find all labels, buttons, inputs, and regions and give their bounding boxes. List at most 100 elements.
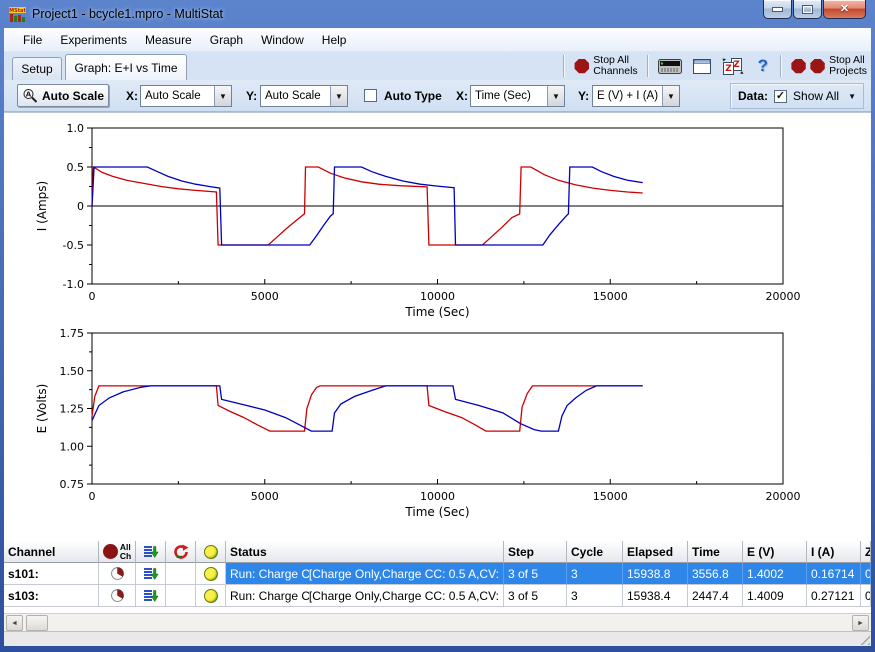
graph-toolbar: A Auto Scale X: Auto Scale ▼ Y: Auto Sca… <box>4 80 871 112</box>
chevron-down-icon[interactable]: ▼ <box>214 86 231 106</box>
magnifier-icon: A <box>22 88 38 104</box>
z-cell[interactable]: 0, <box>861 585 871 607</box>
menu-file[interactable]: File <box>14 30 51 50</box>
x-axis-select[interactable]: Time (Sec) ▼ <box>470 85 565 107</box>
channel-cell[interactable]: s101: <box>4 563 99 585</box>
col-time[interactable]: Time <box>688 541 743 563</box>
scroll-right-button[interactable]: ► <box>852 615 869 631</box>
col-all-channels[interactable]: AllCh <box>99 541 136 563</box>
elapsed-cell[interactable]: 15938.8 <box>623 563 688 585</box>
y-scale-label: Y: <box>246 89 257 103</box>
e-cell[interactable]: 1.4009 <box>743 585 807 607</box>
y-tick-label: 1.0 <box>67 122 85 135</box>
col-steps[interactable] <box>136 541 166 563</box>
steps-cell[interactable] <box>136 585 166 607</box>
steps-cell[interactable] <box>136 563 166 585</box>
y-axis-title: I (Amps) <box>35 181 49 231</box>
table-row[interactable]: s103: Run: Charge Cycle <box>4 585 871 607</box>
stop-all-projects-button[interactable]: Stop AllProjects <box>789 54 869 79</box>
close-button[interactable]: ✕ <box>823 0 866 19</box>
x-scale-select[interactable]: Auto Scale ▼ <box>140 85 232 107</box>
switch-impedance-view-button[interactable]: Z Z <box>720 57 746 76</box>
y-axis-select[interactable]: E (V) + I (A) ▼ <box>592 85 680 107</box>
data-show-group: Data: ✓ Show All ▼ <box>730 83 864 109</box>
data-label: Data: <box>738 89 768 103</box>
menu-graph[interactable]: Graph <box>201 30 252 50</box>
col-status-light[interactable] <box>196 541 226 563</box>
i-cell[interactable]: 0.16714 <box>807 563 861 585</box>
chevron-down-icon[interactable]: ▼ <box>547 86 564 106</box>
col-z[interactable]: Z <box>861 541 871 563</box>
status-cell[interactable]: Run: Charge Cycle [Charge Only,Charge CC… <box>226 585 504 607</box>
graph-panel: 1.00.50-0.5-1.005000100001500020000Time … <box>4 112 871 541</box>
cycle-cell[interactable]: 3 <box>567 585 623 607</box>
status-light-cell[interactable] <box>196 563 226 585</box>
status-ball-icon <box>204 567 218 581</box>
tab-strip: Setup Graph: E+I vs Time Stop AllChannel… <box>4 52 871 80</box>
pie-cell[interactable] <box>99 585 136 607</box>
col-e[interactable]: E (V) <box>743 541 807 563</box>
time-cell[interactable]: 2447.4 <box>688 585 743 607</box>
scrollbar-thumb[interactable] <box>26 615 48 631</box>
menu-help[interactable]: Help <box>313 30 356 50</box>
step-cell[interactable]: 3 of 5 <box>504 563 567 585</box>
channel-cell[interactable]: s103: <box>4 585 99 607</box>
time-cell[interactable]: 3556.8 <box>688 563 743 585</box>
instrument-panel-button[interactable] <box>656 58 684 75</box>
loop-cell[interactable] <box>166 585 196 607</box>
svg-text:Z: Z <box>725 64 732 74</box>
z-cell[interactable]: 0, <box>861 563 871 585</box>
tab-setup[interactable]: Setup <box>12 57 62 80</box>
menu-bar: File Experiments Measure Graph Window He… <box>4 28 871 52</box>
i-cell[interactable]: 0.27121 <box>807 585 861 607</box>
chevron-down-icon[interactable]: ▼ <box>662 86 679 106</box>
col-status[interactable]: Status <box>226 541 504 563</box>
step-cell[interactable]: 3 of 5 <box>504 585 567 607</box>
step-list-icon <box>143 588 159 604</box>
status-light-cell[interactable] <box>196 585 226 607</box>
strip-toolbar: Stop AllChannels <box>563 52 869 80</box>
col-i[interactable]: I (A) <box>807 541 861 563</box>
title-bar[interactable]: MStat Project1 - bcycle1.mpro - MultiSta… <box>0 0 875 28</box>
help-button[interactable]: ? <box>753 55 773 77</box>
col-loop[interactable] <box>166 541 196 563</box>
auto-scale-button[interactable]: A Auto Scale <box>17 84 109 107</box>
menu-experiments[interactable]: Experiments <box>51 30 136 50</box>
tab-graph[interactable]: Graph: E+I vs Time <box>65 54 187 80</box>
y-scale-select[interactable]: Auto Scale ▼ <box>260 85 348 107</box>
horizontal-scrollbar[interactable]: ◄ ► <box>4 613 871 631</box>
new-window-button[interactable] <box>691 58 713 75</box>
step-list-icon <box>143 544 159 560</box>
table-row[interactable]: s101: Run: Charge Cycle <box>4 563 871 585</box>
pie-cell[interactable] <box>99 563 136 585</box>
status-cell[interactable]: Run: Charge Cycle [Charge Only,Charge CC… <box>226 563 504 585</box>
y-axis-label: Y: <box>578 89 589 103</box>
y-tick-label: 1.00 <box>60 440 85 453</box>
stop-icon <box>791 59 806 74</box>
col-step[interactable]: Step <box>504 541 567 563</box>
auto-type-checkbox[interactable]: ✓ <box>364 89 377 102</box>
resize-grip[interactable] <box>857 632 870 645</box>
window-controls: ✕ <box>763 0 866 19</box>
minimize-button[interactable] <box>763 0 792 19</box>
show-all-checkbox[interactable]: ✓ <box>774 90 787 103</box>
elapsed-cell[interactable]: 15938.4 <box>623 585 688 607</box>
col-elapsed[interactable]: Elapsed <box>623 541 688 563</box>
menu-measure[interactable]: Measure <box>136 30 201 50</box>
stop-all-channels-button[interactable]: Stop AllChannels <box>572 54 639 79</box>
loop-cell[interactable] <box>166 563 196 585</box>
pie-progress-icon <box>110 588 125 603</box>
maximize-icon <box>803 6 812 13</box>
col-cycle[interactable]: Cycle <box>567 541 623 563</box>
help-icon: ? <box>755 56 771 76</box>
close-icon: ✕ <box>840 4 849 15</box>
menu-window[interactable]: Window <box>252 30 313 50</box>
cycle-cell[interactable]: 3 <box>567 563 623 585</box>
scroll-left-button[interactable]: ◄ <box>6 615 23 631</box>
col-channel[interactable]: Channel <box>4 541 99 563</box>
maximize-button[interactable] <box>793 0 822 19</box>
e-cell[interactable]: 1.4002 <box>743 563 807 585</box>
chevron-down-icon[interactable]: ▼ <box>330 86 347 106</box>
chevron-down-icon[interactable]: ▼ <box>848 92 856 101</box>
window-title: Project1 - bcycle1.mpro - MultiStat <box>32 7 223 21</box>
